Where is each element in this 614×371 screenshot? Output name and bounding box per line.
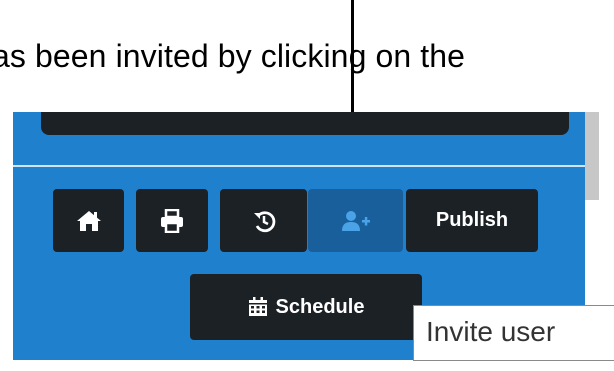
invite-user-button[interactable] <box>308 189 403 252</box>
publish-label: Publish <box>435 209 509 231</box>
history-icon <box>253 210 275 232</box>
user-plus-icon <box>341 210 370 231</box>
invite-user-tooltip: Invite user <box>413 305 614 361</box>
calendar-icon <box>248 297 267 316</box>
publish-button[interactable]: Publish <box>406 189 538 252</box>
home-button[interactable] <box>53 189 124 252</box>
scrollbar-thumb[interactable] <box>585 112 599 200</box>
document-caption: as been invited by clicking on the <box>0 38 466 74</box>
schedule-label: Schedule <box>275 295 365 318</box>
history-button[interactable] <box>220 189 307 252</box>
divider <box>13 165 599 167</box>
print-icon <box>161 208 183 233</box>
print-button[interactable] <box>136 189 208 252</box>
top-bar <box>41 112 569 135</box>
schedule-button[interactable]: Schedule <box>190 274 422 340</box>
home-icon <box>76 210 101 231</box>
